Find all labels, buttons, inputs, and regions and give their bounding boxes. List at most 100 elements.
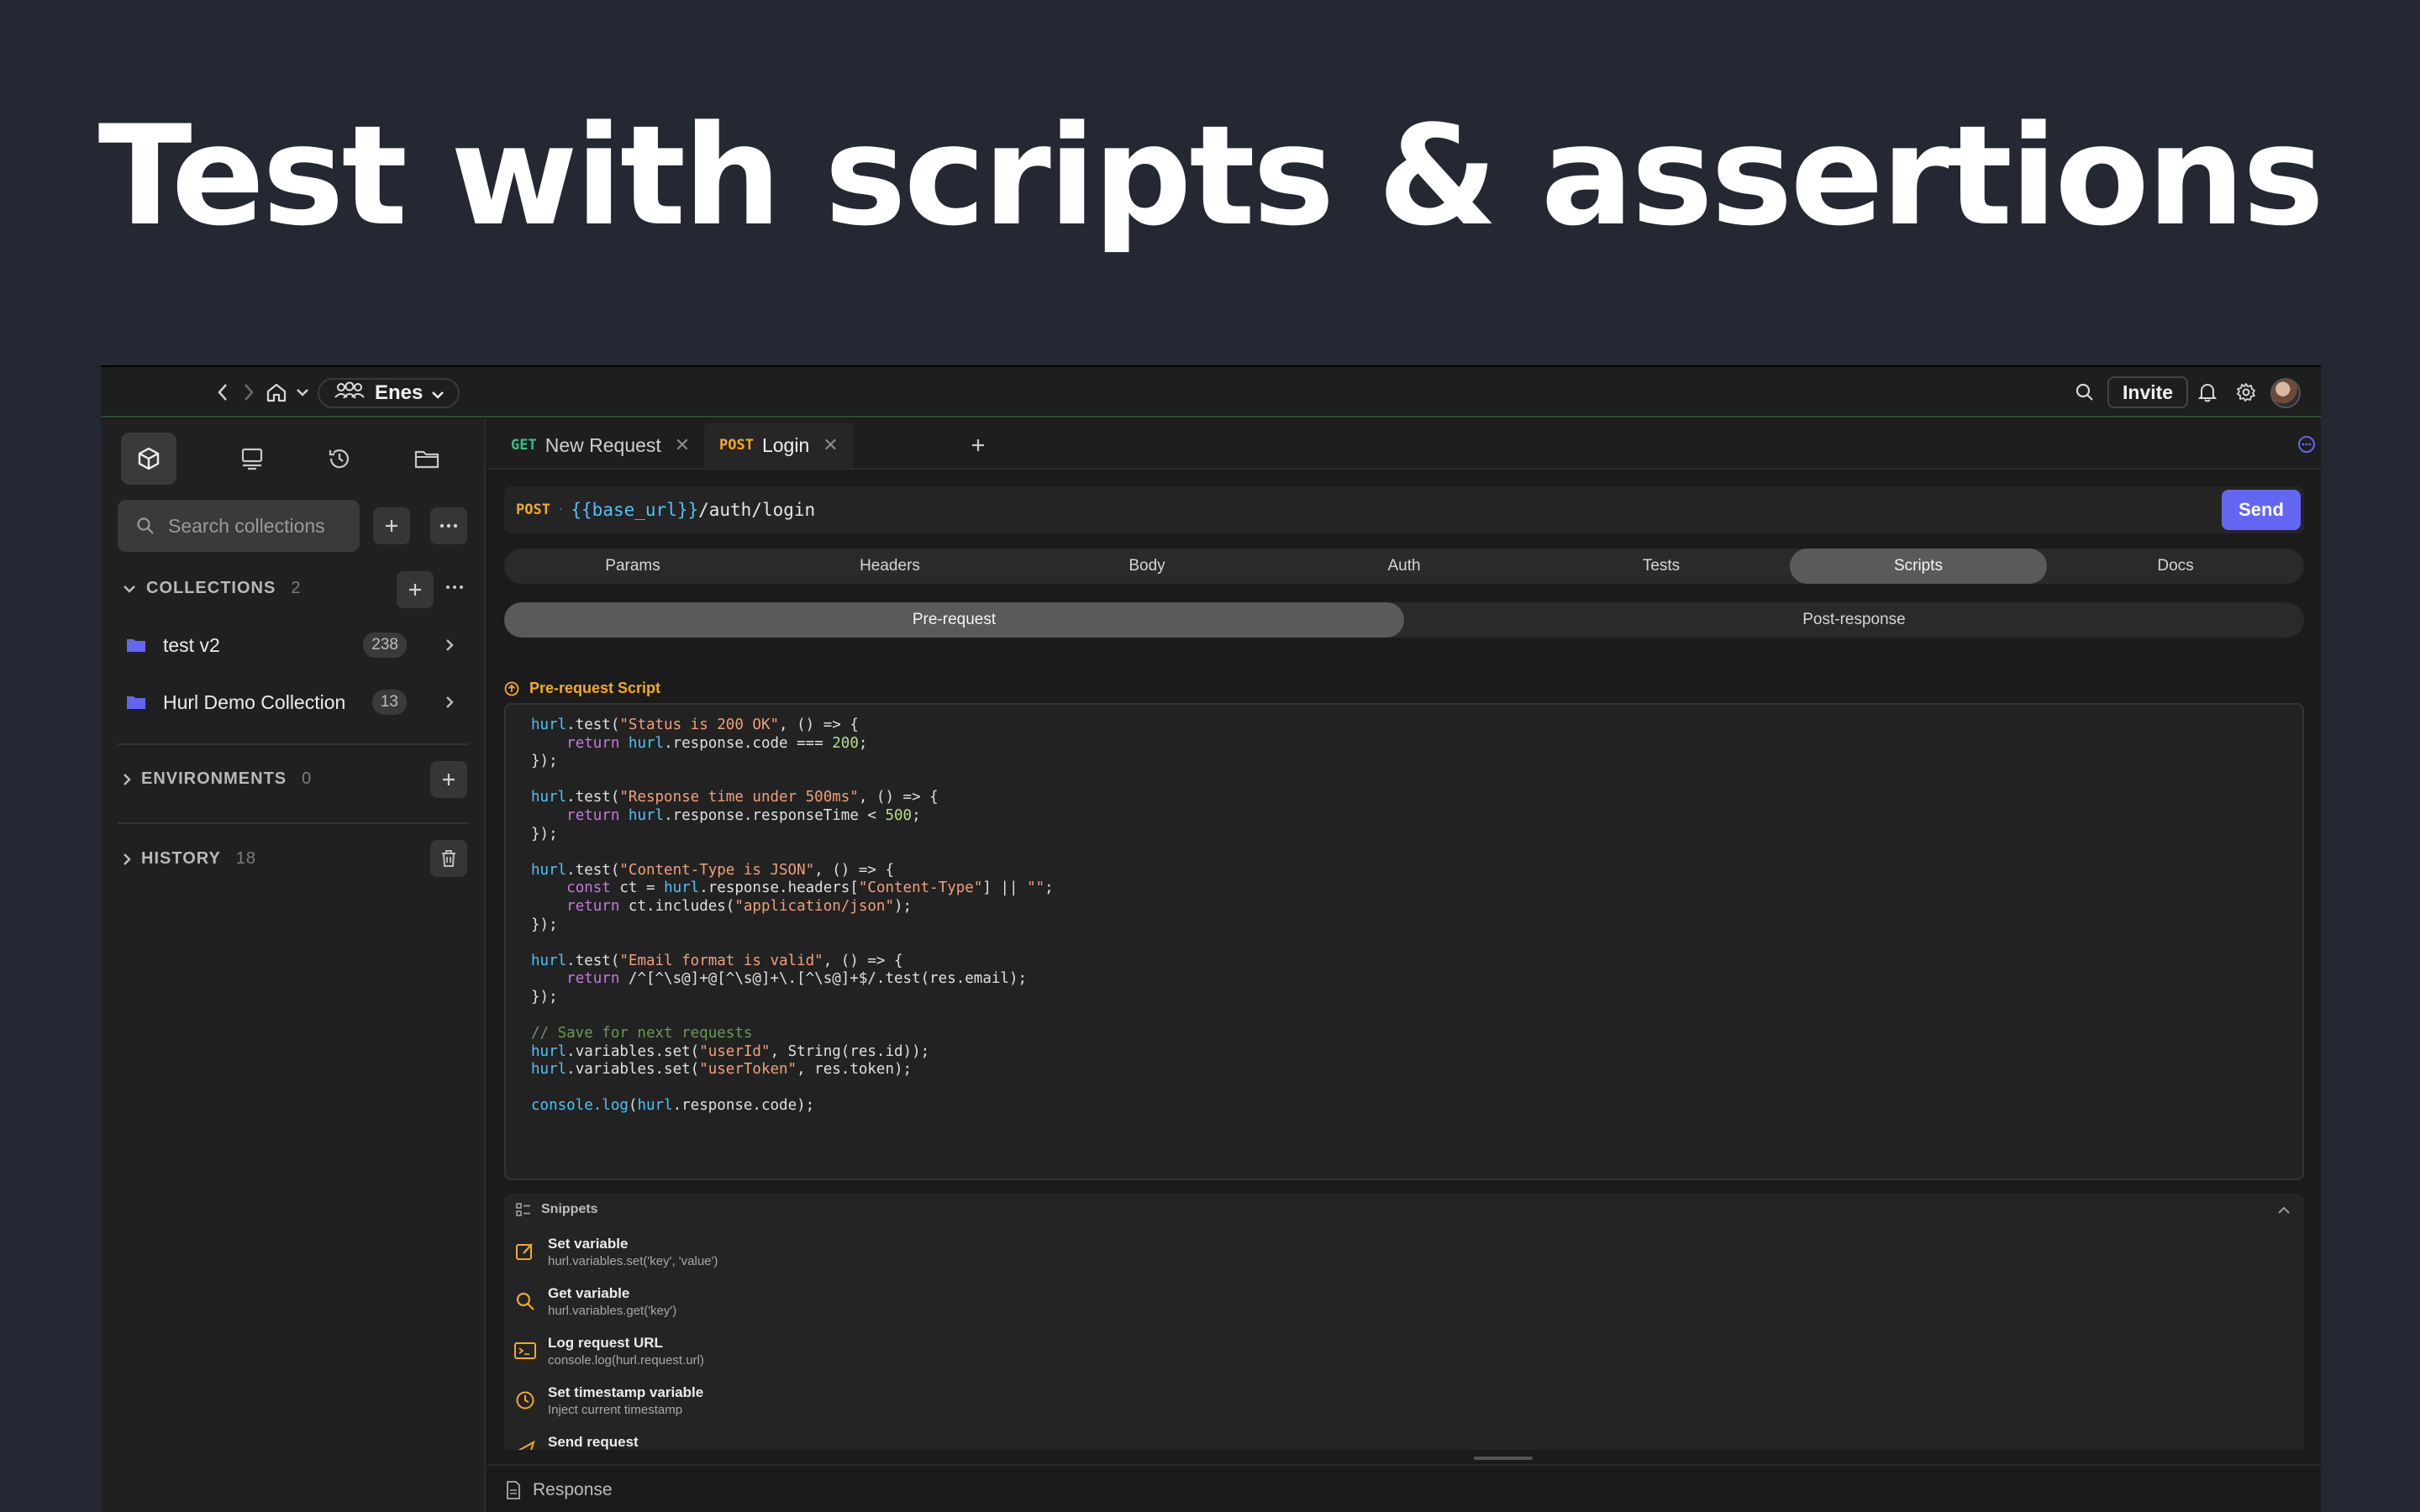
tab-tests[interactable]: Tests <box>1533 549 1790 584</box>
snippet-item[interactable]: Get variable hurl.variables.get('key') <box>514 1285 676 1318</box>
chevron-down-icon[interactable] <box>292 367 313 417</box>
script-label-text: Pre-request Script <box>529 680 661 696</box>
edit-icon <box>514 1241 536 1263</box>
collections-count: 2 <box>291 579 302 597</box>
method-badge: POST <box>719 437 754 454</box>
code-line: hurl.test("Email format is valid", () =>… <box>531 952 903 969</box>
environments-header[interactable]: ENVIRONMENTS 0 <box>123 769 312 789</box>
tab-headers[interactable]: Headers <box>761 549 1018 584</box>
tab-docs[interactable]: Docs <box>2047 549 2304 584</box>
add-environment-button[interactable] <box>430 761 467 798</box>
close-icon[interactable]: ✕ <box>675 434 690 456</box>
url-bar[interactable]: POST · {{base_url}}/auth/login Send <box>504 486 2304 533</box>
tab-post-response[interactable]: Post-response <box>1404 602 2304 638</box>
send-icon <box>514 1439 536 1450</box>
ellipsis-icon <box>439 523 458 528</box>
code-line: }); <box>531 825 558 843</box>
workspace-name: Enes <box>375 381 424 404</box>
search-collections-input[interactable]: Search collections <box>118 500 360 552</box>
pre-request-script-label: Pre-request Script <box>504 680 660 697</box>
search-icon <box>137 517 154 534</box>
send-button[interactable]: Send <box>2222 490 2301 530</box>
snippet-item[interactable]: Set variable hurl.variables.set('key', 'v… <box>514 1236 718 1268</box>
chevron-up-icon[interactable] <box>2277 1204 2291 1219</box>
folder-icon <box>127 639 145 652</box>
workspace-switcher[interactable]: Enes <box>318 378 460 408</box>
divider <box>118 743 469 745</box>
sidebar: Search collections COLLECTIONS 2 test v2… <box>101 419 486 1512</box>
files-tab[interactable] <box>383 433 471 485</box>
history-tab[interactable] <box>296 433 383 485</box>
more-options-button[interactable] <box>430 507 467 544</box>
snippet-item[interactable]: Send request <box>514 1434 639 1450</box>
add-collection-button[interactable] <box>373 507 410 544</box>
code-line: const ct = hurl.response.headers["Conten… <box>566 879 1054 897</box>
response-label: Response <box>533 1479 613 1499</box>
code-line: hurl.test("Status is 200 OK", () => { <box>531 717 859 733</box>
search-icon[interactable] <box>2072 367 2097 417</box>
tab-scripts[interactable]: Scripts <box>1790 549 2047 584</box>
close-icon[interactable]: ✕ <box>823 434 838 456</box>
resize-handle[interactable] <box>1474 1457 1533 1460</box>
bell-icon[interactable] <box>2195 367 2220 417</box>
request-tab[interactable]: GET New Request ✕ <box>496 423 705 468</box>
add-collection-small-button[interactable] <box>397 571 434 608</box>
code-line: return hurl.response.code === 200; <box>566 734 868 752</box>
history-count: 18 <box>235 849 257 868</box>
tab-body[interactable]: Body <box>1018 549 1276 584</box>
team-icon <box>333 381 366 406</box>
collection-item[interactable]: Hurl Demo Collection 13 <box>126 684 471 721</box>
code-line: return /^[^\s@]+@[^\s@]+\.[^\s@]+$/.test… <box>566 970 1028 988</box>
code-line: return ct.includes("application/json"); <box>566 897 913 915</box>
collection-count-badge: 238 <box>363 633 407 658</box>
collections-tab[interactable] <box>121 433 176 485</box>
script-tabs: Pre-request Post-response <box>504 602 2304 638</box>
collection-item[interactable]: test v2 238 <box>126 627 471 664</box>
request-tabs-bar: GET New Request ✕ POST Login ✕ <box>487 419 2321 470</box>
plus-icon <box>386 520 397 532</box>
home-icon[interactable] <box>262 367 291 417</box>
collections-header[interactable]: COLLECTIONS 2 <box>123 579 301 598</box>
new-tab-button[interactable] <box>955 423 1002 468</box>
back-icon[interactable] <box>210 367 235 417</box>
plus-icon <box>443 774 455 785</box>
snippet-title: Log request URL <box>548 1335 663 1351</box>
tab-params[interactable]: Params <box>504 549 761 584</box>
folder-icon <box>414 450 439 469</box>
forward-icon[interactable] <box>237 367 260 417</box>
chevron-down-icon <box>124 585 135 593</box>
code-line: return hurl.response.responseTime < 500; <box>566 806 921 824</box>
snippet-code: hurl.variables.set('key', 'value') <box>548 1254 718 1268</box>
tab-pre-request[interactable]: Pre-request <box>504 602 1404 638</box>
snippet-title: Get variable <box>548 1285 630 1301</box>
terminal-icon <box>514 1340 536 1362</box>
method-select[interactable]: POST <box>516 501 550 518</box>
collections-title: COLLECTIONS <box>146 579 276 597</box>
snippets-header[interactable]: Snippets <box>516 1202 598 1217</box>
clear-history-button[interactable] <box>430 840 467 877</box>
request-tab-active[interactable]: POST Login ✕ <box>704 423 854 468</box>
response-panel-header[interactable]: Response <box>487 1464 2321 1512</box>
snippet-item[interactable]: Set timestamp variable Inject current tim… <box>514 1384 703 1417</box>
main-panel: GET New Request ✕ POST Login ✕ POST · {{… <box>487 419 2321 1512</box>
headline: Test with scripts & assertions <box>97 96 2325 256</box>
code-line: hurl.variables.set("userToken", res.toke… <box>531 1061 913 1079</box>
invite-button[interactable]: Invite <box>2107 376 2189 408</box>
history-icon <box>329 449 350 469</box>
code-line: }); <box>531 753 558 770</box>
history-header[interactable]: HISTORY 18 <box>123 849 256 869</box>
chevron-down-icon: · <box>556 503 565 517</box>
section-tabs: Params Headers Body Auth Tests Scripts D… <box>504 549 2304 584</box>
folder-icon <box>127 696 145 709</box>
code-editor[interactable]: hurl.test("Status is 200 OK", () => { re… <box>504 703 2304 1180</box>
snippet-item[interactable]: Log request URL console.log(hurl.request.… <box>514 1335 704 1368</box>
code-line: hurl.variables.set("userId", String(res.… <box>531 1042 930 1060</box>
avatar[interactable] <box>2270 378 2301 408</box>
snippets-title: Snippets <box>541 1202 598 1216</box>
more-icon[interactable] <box>2297 435 2316 458</box>
gear-icon[interactable] <box>2233 367 2259 417</box>
tab-auth[interactable]: Auth <box>1276 549 1533 584</box>
ellipsis-icon[interactable] <box>445 579 464 594</box>
environments-tab[interactable] <box>208 433 296 485</box>
